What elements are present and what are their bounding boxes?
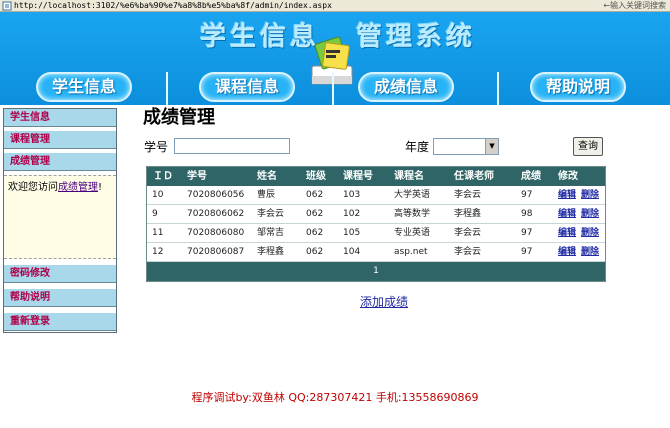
welcome-box: 欢迎您访问成绩管理!	[4, 175, 116, 259]
cell-course-name: asp.net	[394, 247, 428, 257]
edit-link[interactable]: 编辑	[558, 205, 576, 223]
delete-link[interactable]: 删除	[581, 205, 599, 223]
sidebar-item-student-info[interactable]: 学生信息	[4, 109, 116, 127]
cell-id: 12	[152, 247, 164, 257]
cell-course-no: 105	[343, 228, 361, 238]
table-header: ＩＤ 学号 姓名 班级 课程号 课程名 任课老师 成绩 修改	[147, 167, 605, 186]
table-row: 9 7020806062 李会云 062 102 高等数学 李程鑫 98 编辑 …	[147, 205, 605, 224]
page-icon	[2, 1, 12, 11]
nav-score-info[interactable]: 成绩信息	[358, 72, 454, 102]
nav-help[interactable]: 帮助说明	[530, 72, 626, 102]
cell-score: 97	[521, 247, 533, 257]
sidebar-item-score-manage[interactable]: 成绩管理	[4, 153, 116, 171]
col-header-course-name: 课程名	[394, 171, 424, 182]
cell-id: 9	[152, 209, 158, 219]
col-header-teacher: 任课老师	[454, 171, 494, 182]
cell-teacher: 李会云	[454, 190, 482, 200]
cell-teacher: 李程鑫	[454, 209, 482, 219]
cell-student-id: 7020806087	[187, 247, 245, 257]
cell-name: 邹常吉	[257, 228, 285, 238]
footer-credits: 程序调试by:双鱼林 QQ:287307421 手机:13558690869	[191, 391, 479, 404]
nav-divider	[332, 72, 334, 105]
cell-course-no: 104	[343, 247, 361, 257]
delete-link[interactable]: 删除	[581, 186, 599, 204]
col-header-class: 班级	[306, 171, 326, 182]
student-id-input[interactable]	[174, 138, 290, 154]
search-box[interactable]: ←输入关键词搜索	[603, 0, 666, 11]
cell-course-name: 专业英语	[394, 228, 431, 238]
cell-class: 062	[306, 209, 324, 219]
banner-title-part1: 学生信息	[200, 22, 321, 52]
url-text[interactable]: http://localhost:3102/%e6%ba%90%e7%a8%8b…	[14, 0, 332, 11]
nav-course-info[interactable]: 课程信息	[199, 72, 295, 102]
col-header-course-no: 课程号	[343, 171, 373, 182]
welcome-suffix: !	[98, 182, 103, 193]
edit-link[interactable]: 编辑	[558, 243, 576, 261]
cell-name: 李程鑫	[257, 247, 285, 257]
cell-name: 李会云	[257, 209, 285, 219]
sidebar-item-relogin[interactable]: 重新登录	[4, 313, 116, 331]
nav-divider	[166, 72, 168, 105]
cell-course-no: 102	[343, 209, 361, 219]
page-number[interactable]: 1	[373, 266, 379, 276]
cell-class: 062	[306, 228, 324, 238]
year-label: 年度	[405, 140, 430, 154]
cell-teacher: 李会云	[454, 247, 482, 257]
col-header-edit: 修改	[558, 171, 578, 182]
query-button[interactable]: 查询	[573, 137, 603, 156]
table-row: 11 7020806080 邹常吉 062 105 专业英语 李会云 97 编辑…	[147, 224, 605, 243]
cell-student-id: 7020806080	[187, 228, 245, 238]
table-row: 10 7020806056 曹辰 062 103 大学英语 李会云 97 编辑 …	[147, 186, 605, 205]
student-id-label: 学号	[144, 140, 169, 154]
cell-score: 97	[521, 228, 533, 238]
add-score-link[interactable]: 添加成绩	[360, 294, 408, 310]
cell-id: 10	[152, 190, 164, 200]
cell-score: 97	[521, 190, 533, 200]
nav-divider	[497, 72, 499, 105]
cell-id: 11	[152, 228, 164, 238]
sidebar-item-change-password[interactable]: 密码修改	[4, 265, 116, 283]
sidebar: 学生信息 课程管理 成绩管理 欢迎您访问成绩管理! 密码修改 帮助说明 重新登录	[3, 108, 117, 333]
table-row: 12 7020806087 李程鑫 062 104 asp.net 李会云 97…	[147, 243, 605, 262]
col-header-score: 成绩	[521, 171, 541, 182]
cell-course-no: 103	[343, 190, 361, 200]
welcome-text: 欢迎您访问	[8, 182, 58, 193]
score-table: ＩＤ 学号 姓名 班级 课程号 课程名 任课老师 成绩 修改 10 702080…	[146, 166, 606, 282]
cell-class: 062	[306, 190, 324, 200]
delete-link[interactable]: 删除	[581, 243, 599, 261]
sidebar-item-help[interactable]: 帮助说明	[4, 289, 116, 307]
edit-link[interactable]: 编辑	[558, 186, 576, 204]
cell-course-name: 高等数学	[394, 209, 431, 219]
cell-student-id: 7020806062	[187, 209, 245, 219]
table-pager: 1	[147, 262, 605, 281]
col-header-id: ＩＤ	[153, 171, 173, 182]
page-title: 成绩管理	[143, 107, 215, 127]
year-select[interactable]: ▼	[433, 138, 499, 155]
chevron-down-icon[interactable]: ▼	[485, 139, 498, 154]
header-banner: 学生信息 管理系统 学生信息 课程信息 成绩信息 帮助说明	[0, 12, 670, 105]
welcome-link[interactable]: 成绩管理	[58, 182, 98, 193]
cell-class: 062	[306, 247, 324, 257]
delete-link[interactable]: 删除	[581, 224, 599, 242]
col-header-name: 姓名	[257, 171, 277, 182]
address-bar[interactable]: http://localhost:3102/%e6%ba%90%e7%a8%8b…	[0, 0, 670, 12]
cell-score: 98	[521, 209, 533, 219]
cell-student-id: 7020806056	[187, 190, 245, 200]
sidebar-item-course-manage[interactable]: 课程管理	[4, 131, 116, 149]
edit-link[interactable]: 编辑	[558, 224, 576, 242]
nav-student-info[interactable]: 学生信息	[36, 72, 132, 102]
cell-teacher: 李会云	[454, 228, 482, 238]
banner-title-part2: 管理系统	[356, 22, 477, 52]
col-header-student-id: 学号	[187, 171, 207, 182]
cell-name: 曹辰	[257, 190, 276, 200]
cell-course-name: 大学英语	[394, 190, 431, 200]
